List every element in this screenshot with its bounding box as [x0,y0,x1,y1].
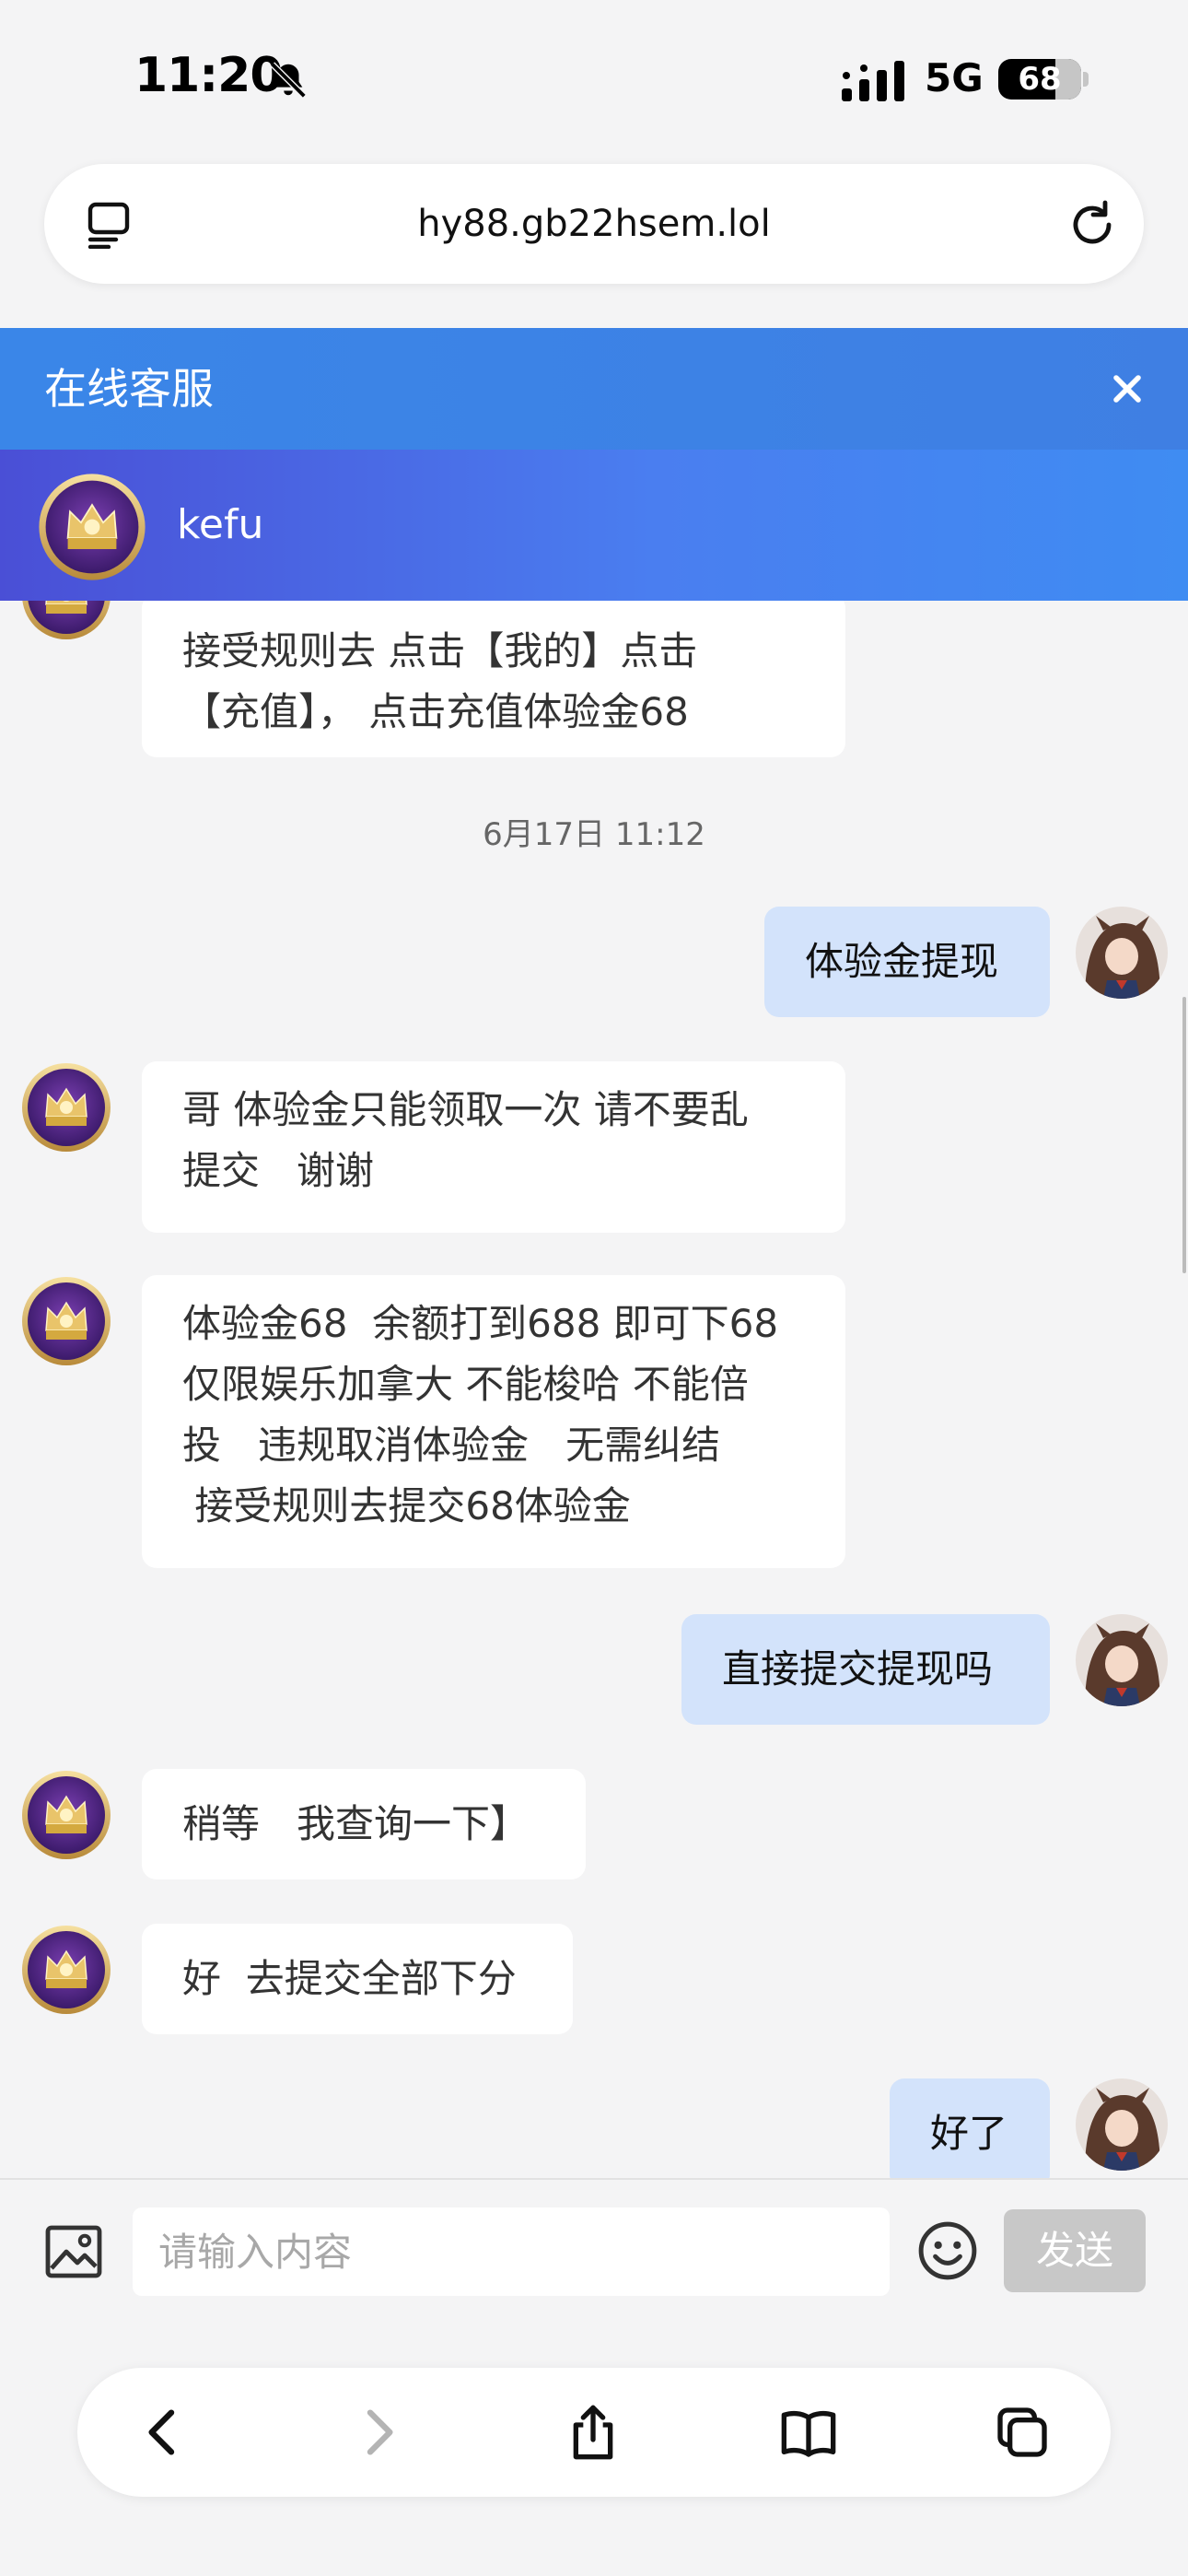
chat-messages[interactable]: 接受规则去 点击【我的】点击 【充值】， 点击充值体验金68 6月17日 11:… [0,601,1188,2178]
battery-tip [1083,72,1089,87]
emoji-icon[interactable] [917,2220,978,2281]
chat-scrollbar[interactable] [1182,997,1186,1273]
user-message: 好了 [890,2078,1050,2178]
share-icon[interactable] [564,2403,623,2462]
status-bar: 11:20 5G 68 [0,0,1188,157]
bell-slash-icon [270,62,307,99]
address-bar[interactable]: hy88.gb22hsem.lol [44,164,1144,284]
status-time: 11:20 [134,48,284,103]
image-icon[interactable] [44,2224,103,2279]
user-avatar [1076,2078,1168,2171]
agent-message: 稍等 我查询一下】 [142,1769,586,1879]
user-avatar [1076,1614,1168,1706]
signal-icon [842,61,904,101]
agent-message: 哥 体验金只能领取一次 请不要乱 提交 谢谢 [142,1061,845,1233]
agent-avatar [20,1769,112,1861]
bookmarks-icon[interactable] [779,2403,838,2462]
url-text[interactable]: hy88.gb22hsem.lol [44,164,1144,284]
reload-icon[interactable] [1066,199,1118,251]
agent-message: 体验金68 余额打到688 即可下68 仅限娱乐加拿大 不能梭哈 不能倍 投 违… [142,1275,845,1568]
agent-avatar [20,1061,112,1153]
agent-avatar [37,472,147,582]
composer: 发送 [0,2178,1188,2322]
battery-level: 68 [1018,61,1062,98]
agent-message: 接受规则去 点击【我的】点击 【充值】， 点击充值体验金68 [142,601,845,757]
forward-icon[interactable] [348,2403,407,2462]
close-icon[interactable] [1105,367,1149,411]
browser-toolbar [77,2368,1111,2497]
battery-indicator: 68 [998,59,1081,100]
send-button[interactable]: 发送 [1004,2209,1146,2292]
agent-message: 好 去提交全部下分 [142,1924,573,2034]
agent-avatar [20,601,112,641]
user-avatar [1076,907,1168,999]
chat-header: 在线客服 [0,328,1188,450]
agent-avatar [20,1924,112,2016]
message-input[interactable] [133,2207,890,2296]
tabs-overview-icon[interactable] [993,2403,1052,2462]
network-type: 5G [925,55,984,100]
agent-bar: kefu [0,450,1188,601]
message-timestamp: 6月17日 11:12 [483,816,705,853]
user-message: 体验金提现 [764,907,1050,1017]
agent-avatar [20,1275,112,1367]
page-title: 在线客服 [44,364,214,414]
user-message: 直接提交提现吗 [681,1614,1050,1725]
agent-name: kefu [177,501,264,548]
back-icon[interactable] [134,2403,193,2462]
